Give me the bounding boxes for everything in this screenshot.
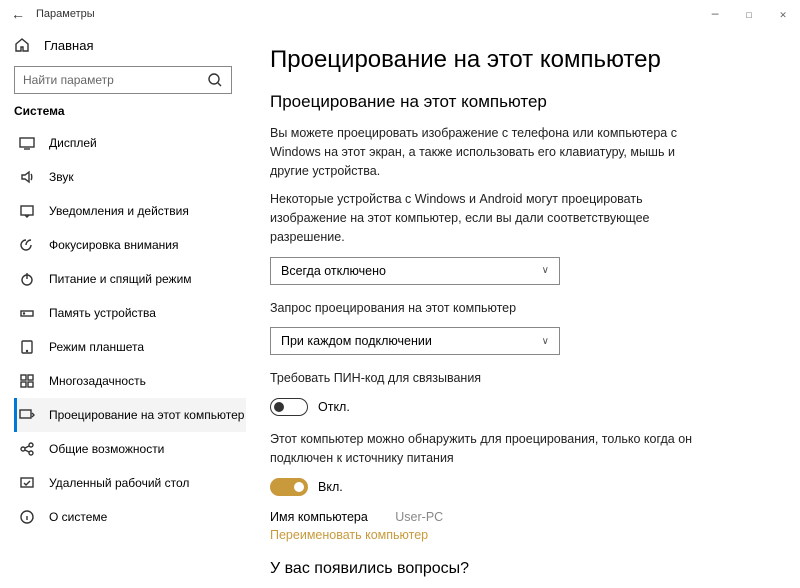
focus-icon — [19, 237, 35, 253]
label-power: Этот компьютер можно обнаружить для прое… — [270, 430, 700, 468]
pcname-label: Имя компьютера — [270, 510, 368, 524]
pin-toggle[interactable] — [270, 398, 308, 416]
sidebar-item-tablet[interactable]: Режим планшета — [14, 330, 246, 364]
projecting-icon — [19, 407, 35, 423]
sidebar-item-notifications[interactable]: Уведомления и действия — [14, 194, 246, 228]
storage-icon — [19, 305, 35, 321]
search-placeholder: Найти параметр — [23, 73, 114, 87]
ask-combo[interactable]: При каждом подключении ∨ — [270, 327, 560, 355]
remote-icon — [19, 475, 35, 491]
section-title: Система — [14, 104, 246, 118]
sidebar-item-remote[interactable]: Удаленный рабочий стол — [14, 466, 246, 500]
description-1: Вы можете проецировать изображение с тел… — [270, 124, 700, 180]
description-2: Некоторые устройства с Windows и Android… — [270, 190, 700, 246]
sidebar-item-focus[interactable]: Фокусировка внимания — [14, 228, 246, 262]
tablet-icon — [19, 339, 35, 355]
label-pin: Требовать ПИН-код для связывания — [270, 369, 700, 388]
page-title: Проецирование на этот компьютер — [270, 46, 770, 74]
section-heading: Проецирование на этот компьютер — [270, 92, 770, 112]
search-icon — [207, 72, 223, 88]
window-title: Параметры — [36, 8, 95, 20]
sidebar-item-display[interactable]: Дисплей — [14, 126, 246, 160]
sidebar-item-about[interactable]: О системе — [14, 500, 246, 534]
pcname-value: User-PC — [395, 510, 443, 524]
permission-combo[interactable]: Всегда отключено ∨ — [270, 257, 560, 285]
home-icon — [14, 37, 30, 53]
power-toggle[interactable] — [270, 478, 308, 496]
shared-icon — [19, 441, 35, 457]
multitask-icon — [19, 373, 35, 389]
label-ask: Запрос проецирования на этот компьютер — [270, 299, 700, 318]
about-icon — [19, 509, 35, 525]
sidebar-item-shared[interactable]: Общие возможности — [14, 432, 246, 466]
maximize-button[interactable]: ☐ — [732, 0, 766, 28]
sound-icon — [19, 169, 35, 185]
power-icon — [19, 271, 35, 287]
help-heading: У вас появились вопросы? — [270, 560, 770, 578]
pin-toggle-state: Откл. — [318, 400, 350, 414]
display-icon — [19, 135, 35, 151]
sidebar-item-power[interactable]: Питание и спящий режим — [14, 262, 246, 296]
sidebar-item-sound[interactable]: Звук — [14, 160, 246, 194]
sidebar-item-multitask[interactable]: Многозадачность — [14, 364, 246, 398]
sidebar-item-projecting[interactable]: Проецирование на этот компьютер — [14, 398, 246, 432]
search-input[interactable]: Найти параметр — [14, 66, 232, 94]
home-nav[interactable]: Главная — [14, 28, 246, 62]
notification-icon — [19, 203, 35, 219]
home-label: Главная — [44, 38, 93, 53]
power-toggle-state: Вкл. — [318, 480, 343, 494]
back-button[interactable]: ← — [0, 6, 36, 22]
sidebar-item-storage[interactable]: Память устройства — [14, 296, 246, 330]
chevron-down-icon: ∨ — [542, 265, 549, 276]
minimize-button[interactable]: ─ — [698, 0, 732, 28]
rename-link[interactable]: Переименовать компьютер — [270, 528, 428, 542]
chevron-down-icon: ∨ — [542, 336, 549, 347]
close-button[interactable]: ✕ — [766, 0, 800, 28]
